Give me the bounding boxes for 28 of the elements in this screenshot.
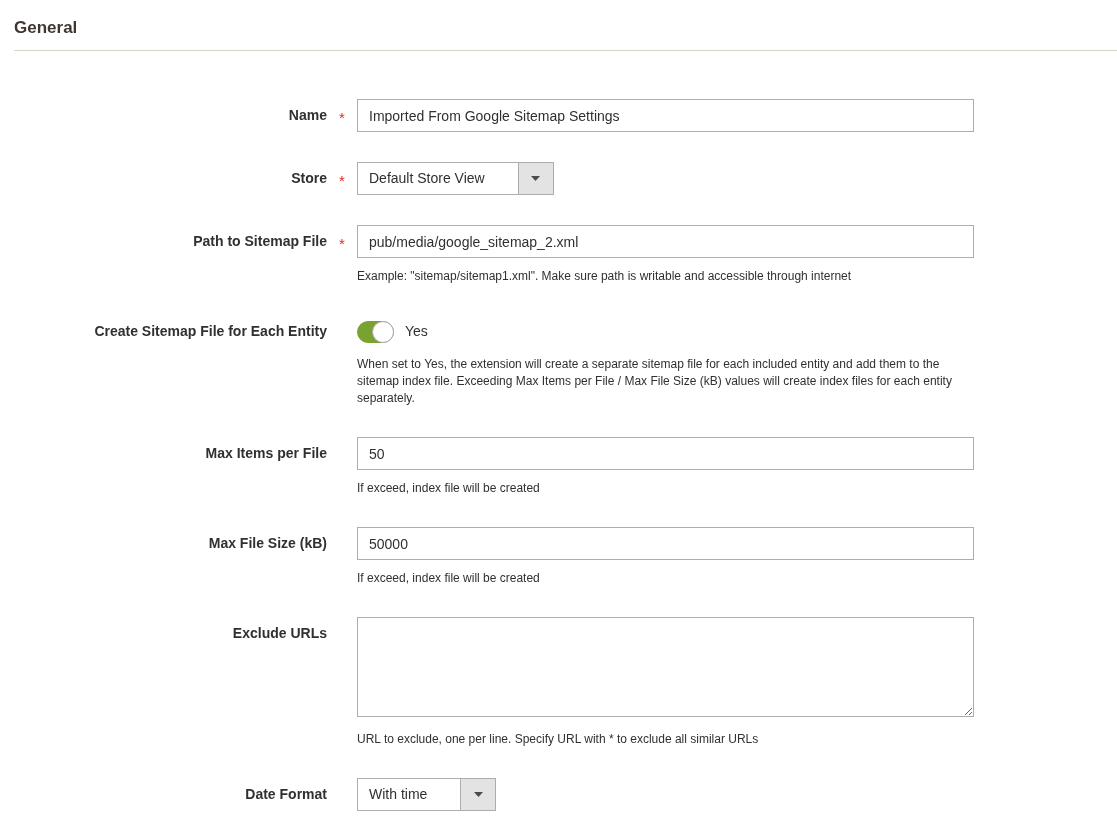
text-field[interactable]: pub/media/google_sitemap_2.xml — [357, 225, 974, 258]
field-label: Max Items per File — [205, 444, 327, 463]
select-dropdown[interactable]: With time — [357, 778, 497, 811]
caret-icon — [531, 176, 541, 181]
required-mark: * — [339, 108, 345, 128]
section-title: General — [14, 18, 79, 38]
text-field[interactable]: 50 — [357, 437, 974, 470]
text-area[interactable] — [357, 617, 974, 717]
field-label: Max File Size (kB) — [208, 534, 327, 553]
text-field[interactable]: 50000 — [357, 527, 974, 560]
field-label: Date Format — [245, 785, 327, 804]
field-label: Exclude URLs — [232, 624, 327, 643]
field-label: Path to Sitemap File — [193, 232, 327, 251]
field-note: If exceed, index file will be created — [357, 480, 540, 497]
select-dropdown[interactable]: Default Store View — [357, 162, 554, 195]
required-mark: * — [339, 171, 345, 191]
field-note: URL to exclude, one per line. Specify URL with * to exclude all similar URLs — [357, 731, 759, 748]
text-field[interactable]: Imported From Google Sitemap Settings — [357, 99, 974, 132]
field-note: Example: "sitemap/sitemap1.xml". Make sure path is writable and accessible through internet — [357, 268, 852, 285]
toggle-switch[interactable] — [357, 320, 394, 343]
field-note: If exceed, index file will be created — [357, 570, 540, 587]
field-note: When set to Yes, the extension will create a separate sitemap file for each included entity and add them to the sitemap index file. Exceeding Max Items per File / Max File Size (kB) values will create index files for each entity separately. — [357, 356, 953, 407]
toggle-label: Yes — [405, 322, 428, 341]
field-label: Create Sitemap File for Each Entity — [94, 322, 327, 341]
caret-icon — [473, 792, 483, 797]
field-label: Name — [288, 106, 327, 125]
required-mark: * — [339, 234, 345, 254]
field-label: Store — [291, 169, 327, 188]
